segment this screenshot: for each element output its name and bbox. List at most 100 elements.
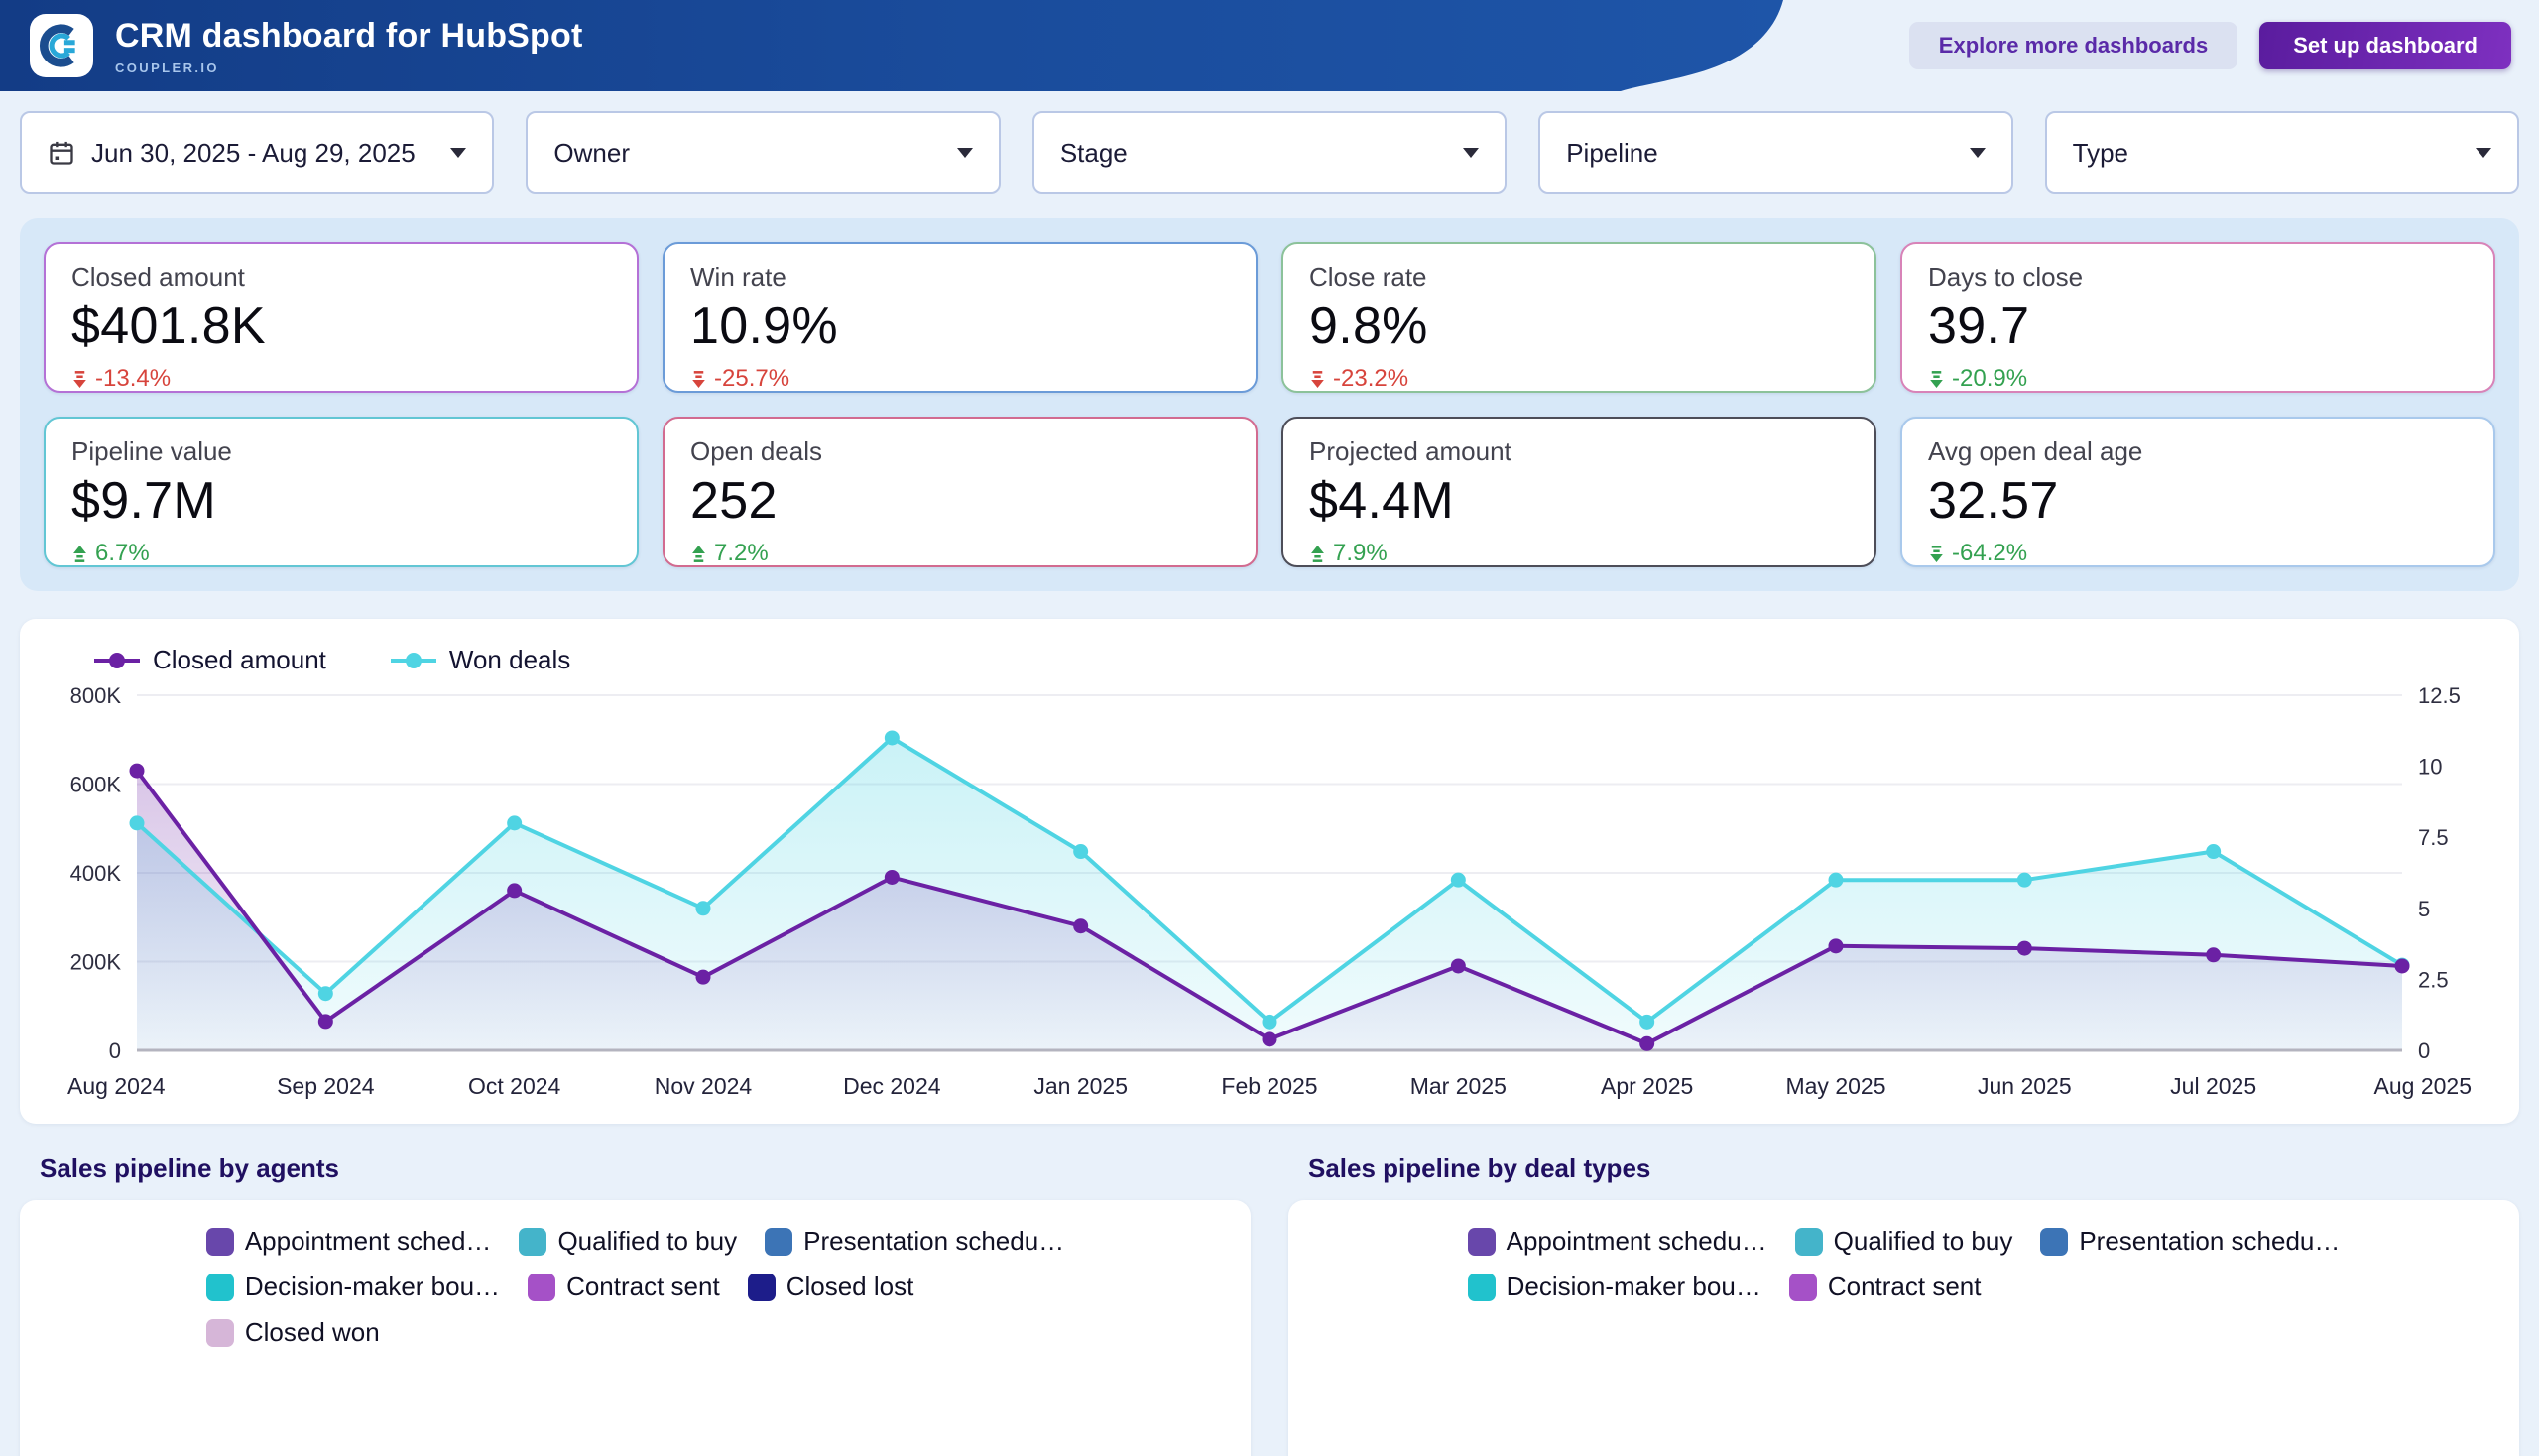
- chart-legend: Closed amount Won deals: [48, 645, 2491, 675]
- svg-text:2.5: 2.5: [2418, 967, 2449, 992]
- legend-item-presentation-schedu-[interactable]: Presentation schedu…: [2040, 1226, 2340, 1257]
- legend-item-presentation-schedu-[interactable]: Presentation schedu…: [765, 1226, 1064, 1257]
- filter-type[interactable]: Type: [2045, 111, 2519, 194]
- kpi-value: 39.7: [1928, 297, 2468, 356]
- trend-down-icon: [1309, 370, 1326, 389]
- kpi-card-closed-amount: Closed amount $401.8K -13.4%: [44, 242, 639, 393]
- trend-down-icon: [690, 370, 707, 389]
- svg-text:May 2025: May 2025: [1785, 1073, 1885, 1099]
- svg-text:7.5: 7.5: [2418, 825, 2449, 850]
- trend-up-icon: [690, 545, 707, 563]
- legend-label: Closed lost: [786, 1272, 914, 1302]
- legend-swatch: [1795, 1228, 1823, 1256]
- filter-type-label: Type: [2073, 138, 2128, 169]
- svg-text:0: 0: [2418, 1038, 2430, 1063]
- legend-swatch: [1468, 1274, 1496, 1301]
- legend-item-decision-maker-bou-[interactable]: Decision-maker bou…: [1468, 1272, 1761, 1302]
- chevron-down-icon: [2476, 148, 2491, 158]
- legend-item-contract-sent[interactable]: Contract sent: [528, 1272, 720, 1302]
- legend-item-won-deals[interactable]: Won deals: [390, 645, 570, 675]
- legend-label: Appointment schedu…: [1507, 1226, 1767, 1257]
- legend-item-contract-sent[interactable]: Contract sent: [1789, 1272, 1982, 1302]
- line-chart: 800K600K400K200K012.5107.552.50Aug 2024S…: [48, 677, 2491, 1110]
- svg-text:Apr 2025: Apr 2025: [1601, 1073, 1693, 1099]
- filter-owner[interactable]: Owner: [526, 111, 1000, 194]
- legend-swatch: [528, 1274, 555, 1301]
- svg-text:Dec 2024: Dec 2024: [843, 1073, 941, 1099]
- kpi-value: $401.8K: [71, 297, 611, 356]
- svg-text:Aug 2025: Aug 2025: [2374, 1073, 2472, 1099]
- filter-pipeline[interactable]: Pipeline: [1538, 111, 2012, 194]
- svg-text:Nov 2024: Nov 2024: [655, 1073, 753, 1099]
- main-chart-card: Closed amountWon deals 800K600K400K200K0…: [20, 619, 2519, 1124]
- legend-marker-icon: [390, 652, 437, 669]
- svg-text:Sep 2024: Sep 2024: [277, 1073, 375, 1099]
- filter-stage[interactable]: Stage: [1032, 111, 1507, 194]
- trend-down-icon: [71, 370, 88, 389]
- svg-text:5: 5: [2418, 897, 2430, 921]
- kpi-change-value: -20.9%: [1952, 365, 2027, 393]
- kpi-label: Pipeline value: [71, 436, 611, 467]
- legend-label: Closed amount: [153, 645, 326, 675]
- svg-text:12.5: 12.5: [2418, 683, 2461, 708]
- kpi-card-open-deals: Open deals2527.2%: [663, 417, 1258, 567]
- legend-label: Contract sent: [1828, 1272, 1982, 1302]
- trend-down-icon: [1928, 370, 1945, 389]
- kpi-label: Win rate: [690, 262, 1230, 293]
- svg-text:Jun 2025: Jun 2025: [1978, 1073, 2072, 1099]
- kpi-change-value: 7.2%: [714, 540, 769, 567]
- kpi-value: 252: [690, 471, 1230, 531]
- app-header: CRM dashboard for HubSpot COUPLER.IO Exp…: [0, 0, 2539, 91]
- kpi-change-value: -13.4%: [95, 365, 171, 393]
- legend-label: Decision-maker bou…: [245, 1272, 500, 1302]
- legend-item-decision-maker-bou-[interactable]: Decision-maker bou…: [206, 1272, 500, 1302]
- legend-block: Appointment sched… Qualified to buy Presen…: [206, 1226, 1064, 1348]
- kpi-card-avg-open-deal-age: Avg open deal age32.57-64.2%: [1900, 417, 2495, 567]
- kpi-change-value: -64.2%: [1952, 540, 2027, 567]
- kpi-grid: Closed amount$401.8K-13.4%Win rate10.9%-…: [44, 242, 2495, 567]
- kpi-label: Closed amount: [71, 262, 611, 293]
- filter-date-range-label: Jun 30, 2025 - Aug 29, 2025: [91, 138, 416, 169]
- filter-date-range[interactable]: Jun 30, 2025 - Aug 29, 2025: [20, 111, 494, 194]
- section-title: Sales pipeline by agents: [40, 1153, 1251, 1184]
- legend-label: Presentation schedu…: [2079, 1226, 2340, 1257]
- kpi-trend: -23.2%: [1309, 365, 1849, 393]
- kpi-card-pipeline-value: Pipeline value$9.7M6.7%: [44, 417, 639, 567]
- legend-item-qualified-to-buy[interactable]: Qualified to buy: [519, 1226, 737, 1257]
- svg-text:10: 10: [2418, 755, 2442, 780]
- legend-label: Qualified to buy: [1834, 1226, 2013, 1257]
- legend-item-qualified-to-buy[interactable]: Qualified to buy: [1795, 1226, 2013, 1257]
- explore-dashboards-button[interactable]: Explore more dashboards: [1909, 22, 2237, 69]
- svg-text:Oct 2024: Oct 2024: [468, 1073, 561, 1099]
- legend-item-closed-amount[interactable]: Closed amount: [93, 645, 326, 675]
- setup-dashboard-button[interactable]: Set up dashboard: [2259, 22, 2511, 69]
- trend-up-icon: [71, 545, 88, 563]
- line-chart-svg: 800K600K400K200K012.5107.552.50Aug 2024S…: [48, 677, 2491, 1110]
- kpi-panel: Closed amount$401.8K-13.4%Win rate10.9%-…: [20, 218, 2519, 591]
- filter-stage-label: Stage: [1060, 138, 1128, 169]
- chevron-down-icon: [1970, 148, 1986, 158]
- legend-item-appointment-schedu-[interactable]: Appointment schedu…: [1468, 1226, 1767, 1257]
- legend-block: Appointment schedu… Qualified to buy Prese…: [1468, 1226, 2341, 1302]
- kpi-label: Projected amount: [1309, 436, 1849, 467]
- svg-text:0: 0: [109, 1038, 121, 1063]
- kpi-card-days-to-close: Days to close39.7-20.9%: [1900, 242, 2495, 393]
- coupler-logo-icon: [39, 23, 84, 68]
- trend-down-icon: [1928, 545, 1945, 563]
- legend-label: Decision-maker bou…: [1507, 1272, 1761, 1302]
- brand-label: COUPLER.IO: [115, 61, 583, 75]
- legend-swatch: [206, 1319, 234, 1347]
- legend-label: Qualified to buy: [557, 1226, 737, 1257]
- legend-item-appointment-sched-[interactable]: Appointment sched…: [206, 1226, 492, 1257]
- svg-text:800K: 800K: [70, 683, 122, 708]
- legend-item-closed-won[interactable]: Closed won: [206, 1317, 380, 1348]
- svg-text:Jan 2025: Jan 2025: [1033, 1073, 1128, 1099]
- legend-row: Appointment sched… Qualified to buy Presen…: [206, 1226, 1064, 1257]
- section-sales-pipeline-by-agents: Sales pipeline by agents Appointment sche…: [20, 1153, 1251, 1456]
- legend-item-closed-lost[interactable]: Closed lost: [748, 1272, 914, 1302]
- kpi-trend: 7.2%: [690, 540, 1230, 567]
- legend-row: Appointment schedu… Qualified to buy Prese…: [1468, 1226, 2341, 1257]
- kpi-trend: -64.2%: [1928, 540, 2468, 567]
- chevron-down-icon: [450, 148, 466, 158]
- legend-swatch: [519, 1228, 546, 1256]
